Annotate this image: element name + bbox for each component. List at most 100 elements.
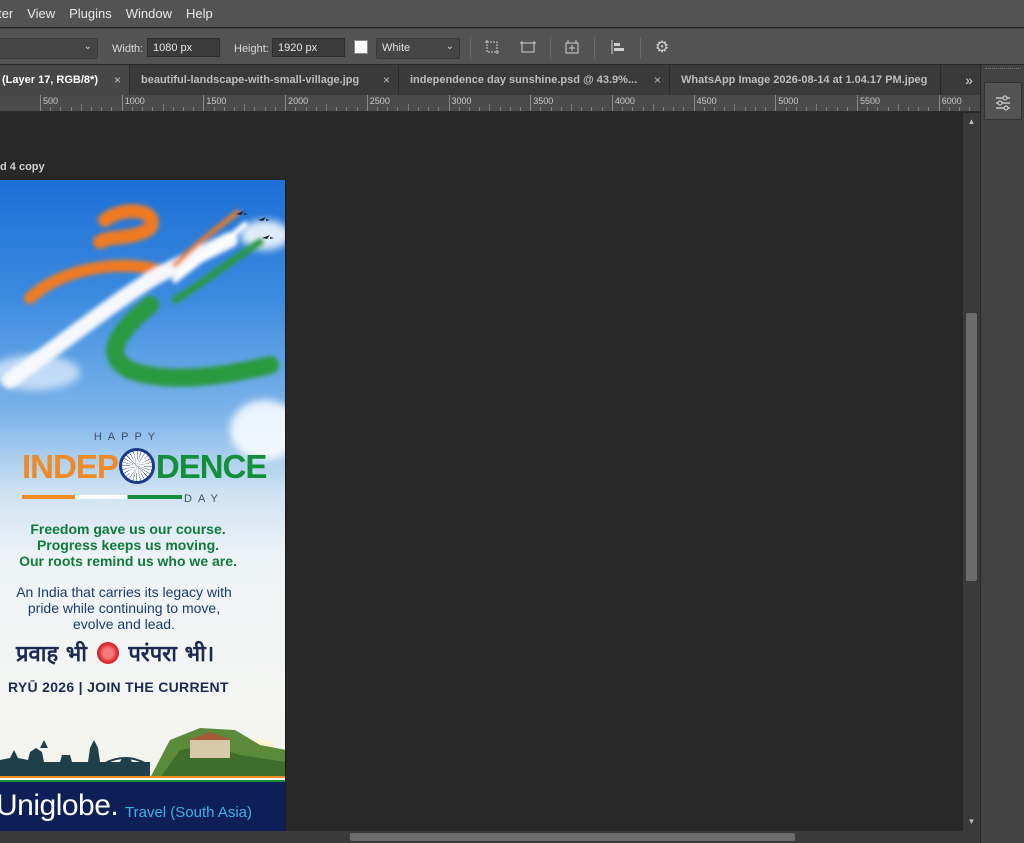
menu-help[interactable]: Help xyxy=(179,0,220,27)
ruler-minor-tick xyxy=(703,107,705,111)
message-line: Freedom gave us our course. xyxy=(30,521,226,537)
menu-filter[interactable]: ter xyxy=(0,0,20,27)
message-line: evolve and lead. xyxy=(73,616,175,632)
ruler-minor-tick xyxy=(60,107,62,111)
ruler-minor-tick xyxy=(622,107,624,111)
headline-part-2: DENCE xyxy=(155,448,268,485)
menu-bar: ter View Plugins Window Help xyxy=(0,0,1024,27)
ruler-minor-tick xyxy=(581,107,583,111)
canvas-area[interactable]: d 4 copy HAPPY INDEP DENCE DAY Freedom g… xyxy=(0,113,963,831)
ruler-minor-tick xyxy=(80,104,82,111)
ruler-minor-tick xyxy=(948,107,950,111)
ruler-minor-tick xyxy=(928,107,930,111)
photoshop-window: ter View Plugins Window Help ⌄ Width: 10… xyxy=(0,0,1024,843)
width-field[interactable]: 1080 px xyxy=(147,38,220,57)
menu-plugins[interactable]: Plugins xyxy=(62,0,119,27)
add-artboard-icon[interactable] xyxy=(562,38,582,58)
options-bar: ⌄ Width: 1080 px Height: 1920 px White ⌄… xyxy=(0,28,1024,64)
tab-label: independence day sunshine.psd @ 43.9%... xyxy=(410,74,638,86)
ruler-minor-tick xyxy=(918,107,920,111)
ruler-minor-tick xyxy=(724,107,726,111)
vertical-scroll-thumb[interactable] xyxy=(966,313,977,581)
tab-label: (Layer 17, RGB/8*) xyxy=(2,74,98,86)
ruler-minor-tick xyxy=(499,107,501,111)
separator xyxy=(594,37,595,59)
ruler-minor-tick xyxy=(959,107,961,111)
ruler-minor-tick xyxy=(244,104,246,111)
ashoka-chakra-icon xyxy=(118,448,155,484)
grid-overlay-icon[interactable] xyxy=(518,38,538,58)
fill-dropdown[interactable]: White ⌄ xyxy=(376,38,460,59)
horizontal-scroll-thumb[interactable] xyxy=(350,833,795,841)
ruler-minor-tick xyxy=(571,104,573,111)
preset-dropdown[interactable]: ⌄ xyxy=(0,38,98,59)
ruler-minor-tick xyxy=(111,107,113,111)
ruler-minor-tick xyxy=(417,107,419,111)
blue-message: An India that carries its legacy with pr… xyxy=(0,584,256,632)
ruler-minor-tick xyxy=(223,107,225,111)
ruler-minor-tick xyxy=(867,107,869,111)
document-tabs: (Layer 17, RGB/8*) × beautiful-landscape… xyxy=(0,65,980,95)
close-icon[interactable]: × xyxy=(114,65,121,95)
ruler-minor-tick xyxy=(162,104,164,111)
tricolor-underline xyxy=(22,495,182,499)
ruler-minor-tick xyxy=(826,107,828,111)
ruler-minor-tick xyxy=(479,107,481,111)
ruler-minor-tick xyxy=(468,107,470,111)
city-skyline-illustration xyxy=(0,728,285,778)
ruler-minor-tick xyxy=(213,107,215,111)
ruler-minor-tick xyxy=(407,104,409,111)
artwork-poster[interactable]: HAPPY INDEP DENCE DAY Freedom gave us our… xyxy=(0,180,286,831)
ruler-minor-tick xyxy=(489,104,491,111)
tab-layer-17[interactable]: (Layer 17, RGB/8*) × xyxy=(0,65,130,95)
menu-window[interactable]: Window xyxy=(119,0,179,27)
ruler-minor-tick xyxy=(754,107,756,111)
tab-label: beautiful-landscape-with-small-village.j… xyxy=(141,74,360,86)
ruler-minor-tick xyxy=(805,107,807,111)
close-icon[interactable]: × xyxy=(654,65,661,95)
scroll-down-icon[interactable]: ▼ xyxy=(963,817,980,829)
hindi-slogan: प्रवाह भी परंपरा भी। xyxy=(16,638,214,668)
tab-landscape[interactable]: beautiful-landscape-with-small-village.j… xyxy=(131,65,399,95)
ruler-minor-tick xyxy=(591,107,593,111)
ruler-minor-tick xyxy=(846,107,848,111)
ruler-minor-tick xyxy=(193,107,195,111)
headline-day: DAY xyxy=(184,493,224,505)
straighten-icon[interactable] xyxy=(482,38,502,58)
ryu-logo-icon xyxy=(96,642,119,664)
scroll-up-icon[interactable]: ▲ xyxy=(963,117,980,129)
brand-subtitle: Travel (South Asia) xyxy=(125,804,252,821)
separator xyxy=(470,37,471,59)
chevron-down-icon: ⌄ xyxy=(83,41,92,52)
ruler-minor-tick xyxy=(315,107,317,111)
ruler-minor-tick xyxy=(632,107,634,111)
horizontal-ruler[interactable]: 500 1000 1500 2000 2500 3000 3500 4000 4500 5000 5… xyxy=(0,95,980,112)
ruler-minor-tick xyxy=(519,107,521,111)
height-field[interactable]: 1920 px xyxy=(272,38,345,57)
gear-icon[interactable]: ⚙ xyxy=(652,38,672,58)
ruler-minor-tick xyxy=(765,107,767,111)
properties-panel-button[interactable] xyxy=(984,82,1022,120)
close-icon[interactable]: × xyxy=(383,65,390,95)
artboard-label: d 4 copy xyxy=(0,161,45,173)
ruler-minor-tick xyxy=(152,107,154,111)
vertical-scrollbar[interactable]: ▲ ▼ xyxy=(963,113,980,831)
headline-happy: HAPPY xyxy=(93,431,162,443)
ruler-minor-tick xyxy=(816,104,818,111)
chevron-down-icon: ⌄ xyxy=(445,41,454,52)
hindi-slogan-right: परंपरा भी। xyxy=(128,642,215,667)
fill-dropdown-value: White xyxy=(382,42,411,54)
tab-overflow-button[interactable]: » xyxy=(958,65,980,95)
menu-view[interactable]: View xyxy=(20,0,62,27)
message-line: Progress keeps us moving. xyxy=(36,537,220,553)
horizontal-scrollbar[interactable] xyxy=(0,831,980,843)
panel-grip[interactable] xyxy=(985,68,1021,73)
align-left-icon[interactable] xyxy=(608,38,628,58)
ruler-minor-tick xyxy=(131,107,133,111)
ruler-minor-tick xyxy=(438,107,440,111)
tab-whatsapp-image[interactable]: WhatsApp Image 2026-08-14 at 1.04.17 PM.… xyxy=(671,65,941,95)
ruler-minor-tick xyxy=(274,107,276,111)
ruler-minor-tick xyxy=(795,107,797,111)
fill-color-swatch[interactable] xyxy=(354,40,368,54)
tab-independence-day[interactable]: independence day sunshine.psd @ 43.9%...… xyxy=(400,65,670,95)
